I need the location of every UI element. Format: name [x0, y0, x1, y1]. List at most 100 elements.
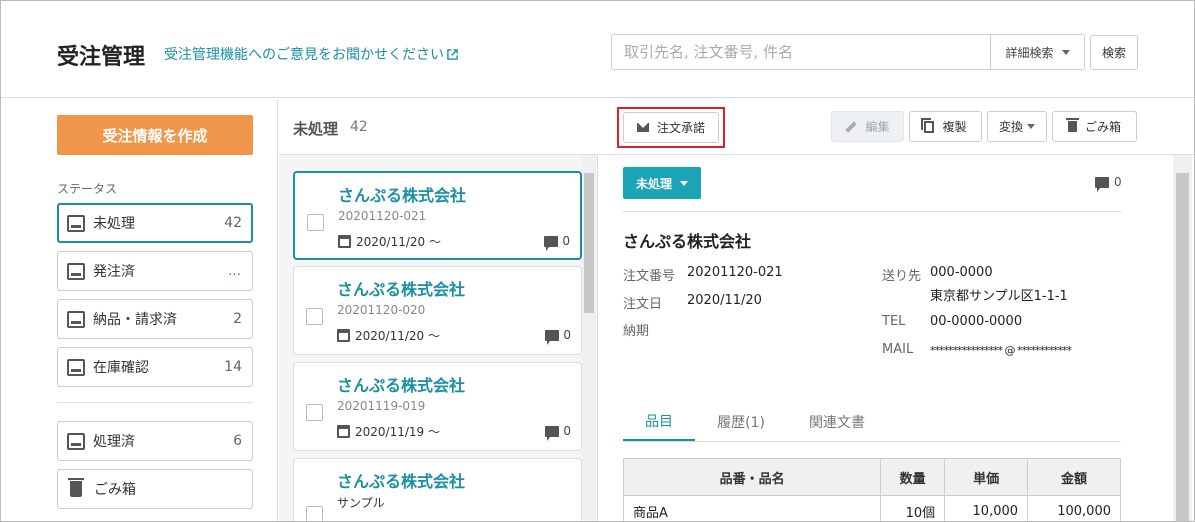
card-order-number: 20201120-020	[337, 303, 426, 317]
card-company: さんぷる株式会社	[337, 376, 466, 395]
sidebar-item-unprocessed[interactable]: 未処理 42	[57, 203, 253, 243]
sidebar-item-count: 6	[233, 433, 242, 449]
search-button[interactable]: 検索	[1090, 35, 1138, 70]
caret-down-icon	[680, 180, 688, 186]
sidebar-item-count: 42	[224, 215, 242, 231]
order-list-count: 42	[350, 119, 368, 135]
order-list-scroll-thumb[interactable]	[584, 173, 594, 313]
card-comment-count: 0	[562, 234, 570, 248]
sidebar-item-trash[interactable]: ごみ箱	[57, 469, 253, 509]
sidebar-item-count: 2	[233, 311, 242, 327]
search-box: 詳細検索	[611, 34, 1085, 70]
caret-down-icon	[1027, 124, 1035, 129]
card-date: 2020/11/19 〜	[337, 423, 440, 440]
status-heading: ステータス	[57, 182, 118, 196]
card-comment-count: 0	[563, 424, 571, 438]
tab-items[interactable]: 品目	[623, 403, 695, 441]
order-card[interactable]: さんぷる株式会社 20201120-021 2020/11/20 〜 0	[293, 171, 582, 260]
cell-quantity: 10個	[880, 495, 946, 521]
inbox-icon	[67, 262, 85, 280]
table-row[interactable]: 商品A 10個 10,000 100,000	[622, 495, 1121, 521]
sidebar-item-stock-check[interactable]: 在庫確認 14	[57, 347, 253, 387]
card-date: 2020/11/20 〜	[337, 327, 440, 344]
comment-icon	[1095, 176, 1109, 192]
feedback-link-text[interactable]: 受注管理機能へのご意見をお聞かせください	[164, 44, 444, 64]
sidebar-item-label: 処理済	[93, 434, 135, 450]
convert-dropdown[interactable]: 変換	[987, 111, 1047, 142]
sidebar: 受注情報を作成 ステータス 未処理 42 発注済 … 納品・請求済 2 在庫確認…	[1, 99, 278, 521]
sidebar-item-delivered-invoiced[interactable]: 納品・請求済 2	[57, 299, 253, 339]
inbox-icon	[67, 214, 85, 232]
items-table: 品番・品名 数量 単価 金額 商品A 10個 10,000 100,000	[622, 458, 1121, 521]
sidebar-item-label: 発注済	[93, 264, 135, 280]
mail-icon	[636, 123, 649, 132]
col-unit-price: 単価	[944, 458, 1029, 496]
card-date: 2020/11/20 〜	[338, 233, 441, 250]
card-company: さんぷる株式会社	[337, 472, 466, 491]
sidebar-item-label: 在庫確認	[93, 360, 149, 376]
due-date-label: 納期	[623, 324, 650, 339]
order-card[interactable]: さんぷる株式会社 20201119-019 2020/11/19 〜 0	[293, 362, 582, 451]
card-comments: 0	[544, 234, 570, 251]
calendar-icon	[337, 329, 350, 342]
order-card[interactable]: さんぷる株式会社 20201120-020 2020/11/20 〜 0	[293, 266, 582, 355]
card-comments: 0	[545, 328, 571, 345]
tab-related-docs[interactable]: 関連文書	[797, 403, 877, 441]
card-date-text: 2020/11/20 〜	[355, 329, 440, 343]
tel-value: 00-0000-0000	[930, 314, 1023, 329]
sidebar-divider	[57, 402, 253, 403]
card-checkbox[interactable]	[307, 214, 324, 231]
order-list-panel: 未処理 42 さんぷる株式会社 20201120-021 2020/11/20 …	[279, 99, 598, 521]
calendar-icon	[338, 235, 351, 248]
detail-tabs: 品目 履歴(1) 関連文書	[623, 403, 1121, 442]
approve-order-button[interactable]: 注文承諾	[623, 112, 719, 143]
sidebar-item-count: 14	[224, 359, 242, 375]
sidebar-item-ordered[interactable]: 発注済 …	[57, 251, 253, 291]
card-checkbox[interactable]	[306, 308, 323, 325]
sidebar-item-label: 未処理	[93, 216, 135, 232]
status-dropdown-label: 未処理	[635, 176, 672, 191]
feedback-link[interactable]: 受注管理機能へのご意見をお聞かせください	[164, 44, 458, 64]
inbox-icon	[67, 432, 85, 450]
order-card[interactable]: さんぷる株式会社 サンプル	[293, 458, 582, 521]
copy-icon	[921, 117, 935, 133]
status-dropdown[interactable]: 未処理	[623, 167, 701, 199]
card-order-number: 20201120-021	[338, 209, 427, 223]
order-number-value: 20201120-021	[687, 265, 783, 280]
mail-value: **************** @ ************	[930, 344, 1072, 357]
external-link-icon	[447, 48, 458, 60]
sidebar-item-processed[interactable]: 処理済 6	[57, 421, 253, 461]
card-checkbox[interactable]	[306, 404, 323, 421]
edit-button[interactable]: 編集	[831, 111, 904, 142]
col-quantity: 数量	[880, 458, 946, 496]
inbox-icon	[67, 358, 85, 376]
trash-button[interactable]: ごみ箱	[1052, 111, 1137, 142]
edit-label: 編集	[865, 120, 890, 134]
order-detail-panel: 注文承諾 編集 複製 変換 ごみ箱 未処理 0 さんぷる株式会社 注文番号 20…	[599, 99, 1194, 521]
tab-history[interactable]: 履歴(1)	[703, 403, 779, 441]
search-input[interactable]	[612, 35, 990, 69]
create-order-button[interactable]: 受注情報を作成	[57, 115, 253, 155]
order-list-scrollbar[interactable]	[582, 155, 596, 521]
ship-to-label: 送り先	[882, 269, 922, 284]
approve-order-label: 注文承諾	[656, 121, 705, 135]
comment-icon	[545, 329, 560, 345]
detail-comments[interactable]: 0	[1095, 175, 1122, 192]
loading-dots: …	[228, 263, 242, 279]
inbox-icon	[67, 310, 85, 328]
detail-scrollbar[interactable]	[1173, 155, 1192, 521]
order-list-header: 未処理 42	[279, 99, 598, 155]
caret-down-icon	[1061, 49, 1070, 55]
card-checkbox[interactable]	[306, 506, 323, 521]
advanced-search-dropdown[interactable]: 詳細検索	[990, 35, 1084, 69]
advanced-search-label: 詳細検索	[1005, 45, 1054, 60]
detail-scroll-thumb[interactable]	[1176, 173, 1189, 521]
card-comment-count: 0	[563, 328, 571, 342]
tel-label: TEL	[882, 314, 906, 329]
col-amount: 金額	[1027, 458, 1121, 496]
comment-icon	[544, 235, 559, 251]
copy-button[interactable]: 複製	[909, 111, 982, 142]
mail-label: MAIL	[882, 342, 914, 357]
table-header-row: 品番・品名 数量 単価 金額	[622, 458, 1121, 496]
card-comments: 0	[545, 424, 571, 441]
